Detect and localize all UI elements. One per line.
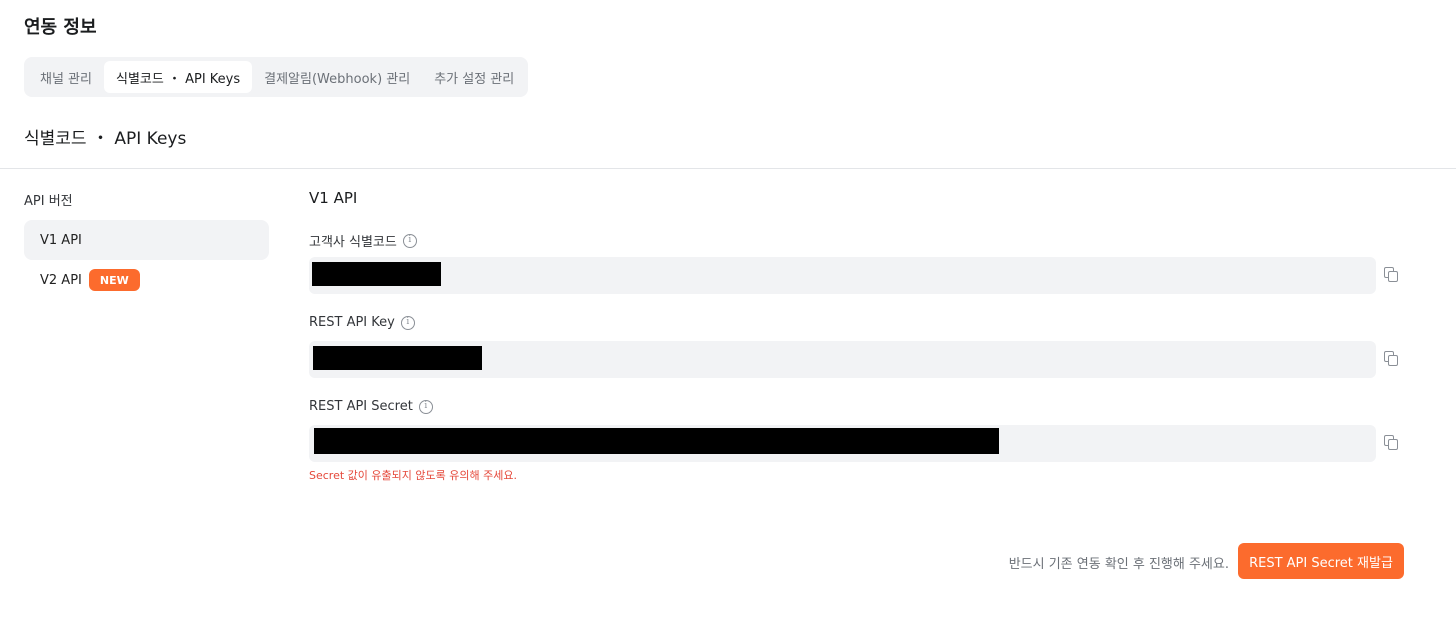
section-divider	[0, 168, 1456, 169]
page-title: 연동 정보	[24, 17, 97, 38]
sidebar-item-label: V1 API	[40, 232, 82, 248]
sidebar-item-label: V2 API	[40, 272, 82, 288]
merchant-id-field[interactable]	[309, 257, 1376, 294]
redacted-value	[313, 346, 482, 370]
new-badge: NEW	[88, 269, 140, 291]
info-icon[interactable]: i	[418, 399, 433, 414]
rest-api-key-field[interactable]	[309, 341, 1376, 378]
copy-icon[interactable]	[1384, 351, 1400, 367]
tab-api-keys[interactable]: 식별코드 ・ API Keys	[103, 61, 253, 93]
sidebar-item-v1-api[interactable]: V1 API	[24, 220, 269, 260]
redacted-value	[312, 262, 441, 286]
field-label-text: 고객사 식별코드	[309, 235, 397, 250]
redacted-value	[314, 428, 999, 454]
merchant-id-label: 고객사 식별코드 i	[309, 231, 417, 250]
api-version-label: API 버전	[24, 194, 73, 209]
rest-api-key-label: REST API Key i	[309, 315, 415, 330]
secret-warning: Secret 값이 유출되지 않도록 유의해 주세요.	[309, 469, 517, 482]
tab-bar: 채널 관리 식별코드 ・ API Keys 결제알림(Webhook) 관리 추…	[24, 57, 528, 97]
field-label-text: REST API Key	[309, 315, 395, 330]
rest-api-secret-field[interactable]	[309, 425, 1376, 462]
info-icon[interactable]: i	[400, 315, 415, 330]
field-label-text: REST API Secret	[309, 399, 413, 414]
rest-api-secret-label: REST API Secret i	[309, 399, 433, 414]
copy-icon[interactable]	[1384, 267, 1400, 283]
reissue-secret-button[interactable]: REST API Secret 재발급	[1238, 543, 1404, 579]
tab-channel-management[interactable]: 채널 관리	[28, 61, 104, 93]
tab-webhook-management[interactable]: 결제알림(Webhook) 관리	[252, 61, 422, 93]
copy-icon[interactable]	[1384, 435, 1400, 451]
section-title: 식별코드 ・ API Keys	[24, 129, 187, 149]
sidebar-item-v2-api[interactable]: V2 API NEW	[24, 260, 269, 300]
tab-additional-settings[interactable]: 추가 설정 관리	[422, 61, 526, 93]
info-icon[interactable]: i	[402, 233, 417, 248]
footer-note: 반드시 기존 연동 확인 후 진행해 주세요.	[1008, 557, 1229, 572]
api-heading: V1 API	[309, 189, 358, 207]
